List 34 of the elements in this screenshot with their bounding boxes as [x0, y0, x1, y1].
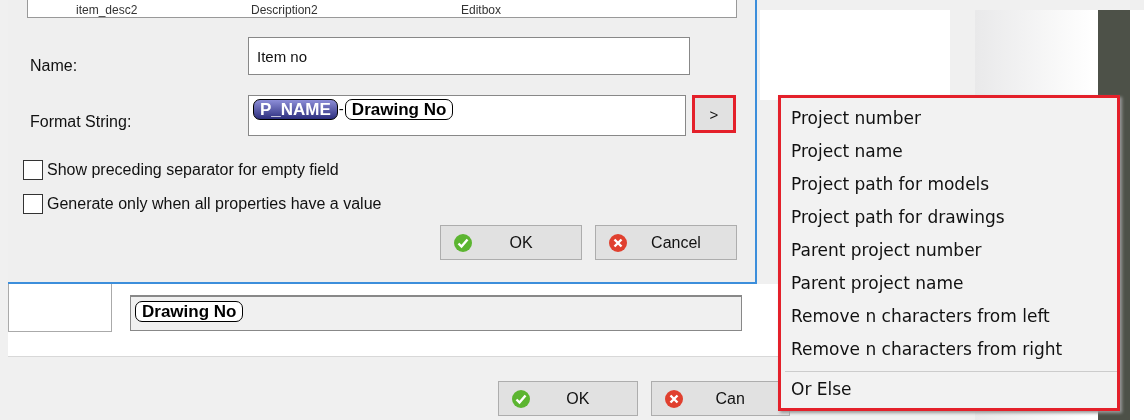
close-icon [663, 388, 684, 409]
close-icon [608, 232, 628, 253]
ok-button[interactable]: OK [498, 381, 638, 416]
table-row[interactable]: item_desc2 Description2 Editbox [27, 0, 737, 18]
check-icon [511, 388, 531, 409]
checkbox[interactable] [23, 194, 43, 214]
insert-button[interactable]: > [692, 95, 736, 133]
table-cell-text: item_desc2 [76, 3, 139, 17]
menu-item[interactable]: Project path for models [781, 168, 1117, 201]
checkbox-label: Show preceding separator for empty field [47, 161, 339, 179]
menu-item[interactable]: Project number [781, 102, 1117, 135]
table-cell-text: Description2 [251, 3, 319, 17]
cancel-button[interactable]: Can [650, 381, 790, 416]
menu-item[interactable]: Parent project number [781, 234, 1117, 267]
format-field[interactable]: Drawing No [130, 295, 742, 331]
ok-button[interactable]: OK [440, 225, 582, 260]
menu-item[interactable]: Remove n characters from left [781, 300, 1117, 333]
cancel-button[interactable]: Cancel [595, 225, 737, 260]
name-label: Name: [30, 56, 79, 75]
menu-item[interactable]: Project name [781, 135, 1117, 168]
checkbox-label: Generate only when all properties have a value [47, 195, 382, 213]
name-field[interactable]: Item no [248, 37, 690, 75]
menu-item[interactable]: Parent project name [781, 267, 1117, 300]
variable-token[interactable]: P_NAME [253, 99, 338, 120]
separator-text: - [338, 99, 344, 118]
property-token[interactable]: Drawing No [135, 301, 244, 322]
menu-item[interactable]: Project path for drawings [781, 201, 1117, 234]
check-icon [453, 232, 473, 253]
format-string-label: Format String: [30, 111, 133, 131]
table-cell-text: Editbox [461, 3, 503, 17]
menu-item[interactable]: Remove n characters from right [781, 333, 1117, 366]
property-token[interactable]: Drawing No [344, 99, 454, 120]
checkbox[interactable] [23, 160, 43, 180]
format-string-field[interactable]: P_NAME - Drawing No [248, 95, 686, 136]
